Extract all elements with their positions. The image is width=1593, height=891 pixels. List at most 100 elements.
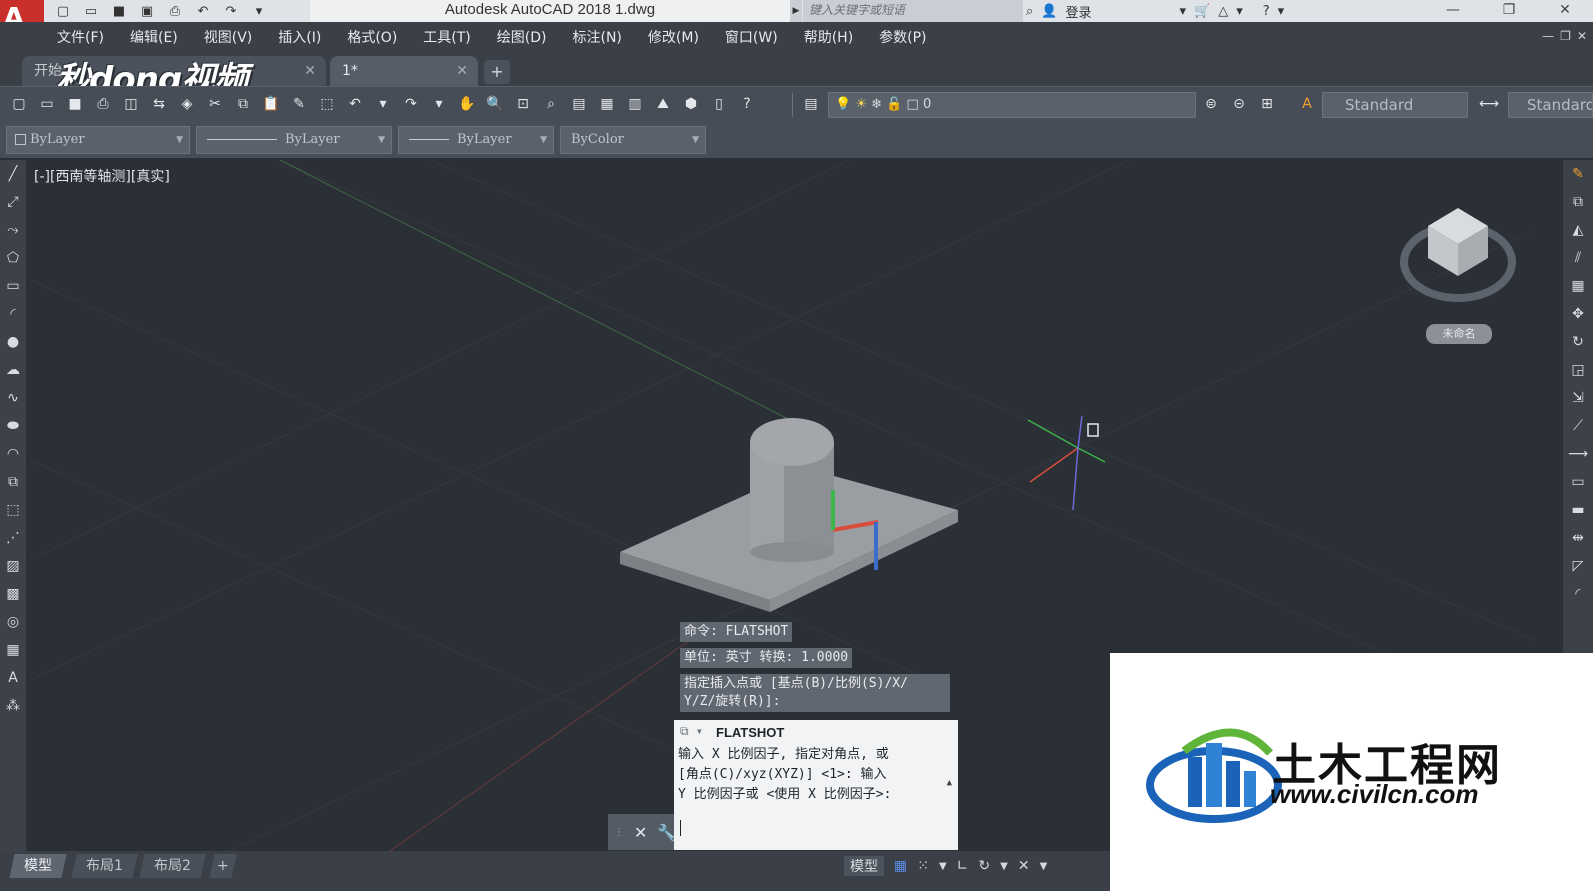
cut-icon[interactable]: ✂	[204, 93, 226, 115]
markup-icon[interactable]: ⬢	[680, 93, 702, 115]
mtext-icon[interactable]: A	[0, 664, 26, 692]
make-block-icon[interactable]: ⬚	[0, 496, 26, 524]
menu-item-7[interactable]: 标注(N)	[560, 27, 635, 47]
menu-item-2[interactable]: 视图(V)	[191, 27, 266, 47]
minimize-button[interactable]: —	[1425, 0, 1481, 22]
print-icon[interactable]: ⎙	[164, 2, 186, 20]
rotate-icon[interactable]: ↻	[1563, 328, 1593, 356]
dropdown-icon[interactable]: ▼	[939, 861, 947, 872]
menu-item-11[interactable]: 参数(P)	[866, 27, 939, 47]
zoom-window-icon[interactable]: ⊡	[512, 93, 534, 115]
stretch-icon[interactable]: ⇲	[1563, 384, 1593, 412]
command-input-caret[interactable]	[680, 820, 681, 836]
add-selected-icon[interactable]: ⁂	[0, 692, 26, 720]
join-icon[interactable]: ⇹	[1563, 524, 1593, 552]
gradient-icon[interactable]: ▩	[0, 580, 26, 608]
construction-line-icon[interactable]: ⤢	[0, 188, 26, 216]
grid-icon[interactable]: ▦	[894, 858, 907, 874]
tab-document[interactable]: 1* ✕	[330, 56, 478, 86]
layer-previous-icon[interactable]: ⊝	[1228, 93, 1250, 115]
command-line-handle[interactable]: ⋮ ✕ 🔧	[608, 814, 677, 850]
layer-properties-icon[interactable]: ▤	[800, 93, 822, 115]
zoom-previous-icon[interactable]: ⌕	[540, 93, 562, 115]
binoculars-icon[interactable]: ⌕	[1026, 4, 1033, 19]
copy-icon[interactable]: ⧉	[232, 93, 254, 115]
hatch-icon[interactable]: ▨	[0, 552, 26, 580]
doc-close-icon[interactable]: ✕	[1577, 29, 1587, 43]
undo-icon[interactable]: ↶	[344, 93, 366, 115]
menu-item-10[interactable]: 帮助(H)	[791, 27, 866, 47]
offset-icon[interactable]: ⫽	[1563, 244, 1593, 272]
menu-item-6[interactable]: 绘图(D)	[484, 27, 560, 47]
add-layout-button[interactable]: +	[209, 854, 237, 878]
open-icon[interactable]: ▭	[36, 93, 58, 115]
save-icon[interactable]: ■	[64, 93, 86, 115]
redo-icon[interactable]: ↷	[220, 2, 242, 20]
lineweight-dropdown[interactable]: ByLayer ▼	[398, 126, 554, 154]
pan-icon[interactable]: ✋	[456, 93, 478, 115]
fillet-icon[interactable]: ◜	[1563, 580, 1593, 608]
close-icon[interactable]: ✕	[634, 823, 647, 842]
break-icon[interactable]: ▬	[1563, 496, 1593, 524]
dropdown-icon[interactable]: ▾	[372, 93, 394, 115]
layer-dropdown[interactable]: 💡 ☀ ❄ 🔓 □ 0	[828, 92, 1196, 118]
properties-icon[interactable]: ▤	[568, 93, 590, 115]
revision-cloud-icon[interactable]: ☁	[0, 356, 26, 384]
dim-style-icon[interactable]: ⟷	[1478, 93, 1500, 115]
login-button[interactable]: 登录	[1065, 2, 1091, 21]
cart-icon[interactable]: 🛒	[1194, 4, 1210, 19]
close-button[interactable]: ✕	[1537, 0, 1593, 22]
viewcube-icon[interactable]	[1400, 200, 1520, 310]
dropdown-icon[interactable]: ▾	[1278, 4, 1285, 19]
extend-icon[interactable]: ⟶	[1563, 440, 1593, 468]
block-editor-icon[interactable]: ⬚	[316, 93, 338, 115]
dropdown-icon[interactable]: ▼	[1000, 861, 1008, 872]
arc-icon[interactable]: ◜	[0, 300, 26, 328]
new-icon[interactable]: ▢	[52, 2, 74, 20]
doc-restore-icon[interactable]: ❐	[1560, 29, 1571, 43]
preview-icon[interactable]: ◫	[120, 93, 142, 115]
ellipse-arc-icon[interactable]: ◠	[0, 440, 26, 468]
linetype-dropdown[interactable]: ByLayer ▼	[196, 126, 392, 154]
dropdown-icon[interactable]: ▼	[1040, 861, 1048, 872]
chamfer-icon[interactable]: ◸	[1563, 552, 1593, 580]
new-tab-button[interactable]: +	[484, 60, 510, 84]
a360-icon[interactable]: △	[1218, 4, 1228, 19]
break-at-point-icon[interactable]: ▭	[1563, 468, 1593, 496]
menu-item-1[interactable]: 编辑(E)	[117, 27, 191, 47]
zoom-realtime-icon[interactable]: 🔍	[484, 93, 506, 115]
snap-icon[interactable]: ⁙	[917, 858, 929, 874]
menu-item-9[interactable]: 窗口(W)	[712, 27, 791, 47]
model-space-toggle[interactable]: 模型	[844, 856, 884, 876]
array-icon[interactable]: ▦	[1563, 272, 1593, 300]
command-line-panel[interactable]: ⧉ ▾ FLATSHOT 输入 X 比例因子, 指定对角点, 或 [角点(C)/…	[674, 720, 958, 850]
help-icon[interactable]: ?	[736, 93, 758, 115]
osnap-icon[interactable]: ✕	[1018, 858, 1030, 874]
trim-icon[interactable]: ⟋	[1563, 412, 1593, 440]
text-style-icon[interactable]: A	[1296, 93, 1318, 115]
ellipse-icon[interactable]: ⬬	[0, 412, 26, 440]
tab-layout1[interactable]: 布局1	[71, 854, 138, 878]
menu-item-5[interactable]: 工具(T)	[410, 27, 483, 47]
text-style-dropdown[interactable]: Standard	[1322, 92, 1468, 118]
paste-icon[interactable]: 📋	[260, 93, 282, 115]
search-input[interactable]: 键入关键字或短语	[803, 0, 1023, 22]
dropdown-icon[interactable]: ▾	[428, 93, 450, 115]
polar-icon[interactable]: ↻	[978, 858, 990, 874]
menu-item-0[interactable]: 文件(F)	[44, 27, 117, 47]
scale-icon[interactable]: ◲	[1563, 356, 1593, 384]
spline-icon[interactable]: ∿	[0, 384, 26, 412]
user-icon[interactable]: 👤	[1041, 4, 1057, 19]
region-icon[interactable]: ◎	[0, 608, 26, 636]
doc-minimize-icon[interactable]: —	[1542, 29, 1554, 43]
close-icon[interactable]: ✕	[304, 56, 316, 86]
color-dropdown[interactable]: ByLayer ▼	[6, 126, 190, 154]
rectangle-icon[interactable]: ▭	[0, 272, 26, 300]
erase-icon[interactable]: ✎	[1563, 160, 1593, 188]
insert-block-icon[interactable]: ⧉	[0, 468, 26, 496]
menu-item-3[interactable]: 插入(I)	[265, 27, 334, 47]
title-arrow-icon[interactable]: ▶	[790, 0, 802, 22]
command-icon[interactable]: ⧉ ▾	[680, 724, 710, 742]
match-properties-icon[interactable]: ✎	[288, 93, 310, 115]
wcs-menu[interactable]: 未命名	[1426, 324, 1492, 344]
